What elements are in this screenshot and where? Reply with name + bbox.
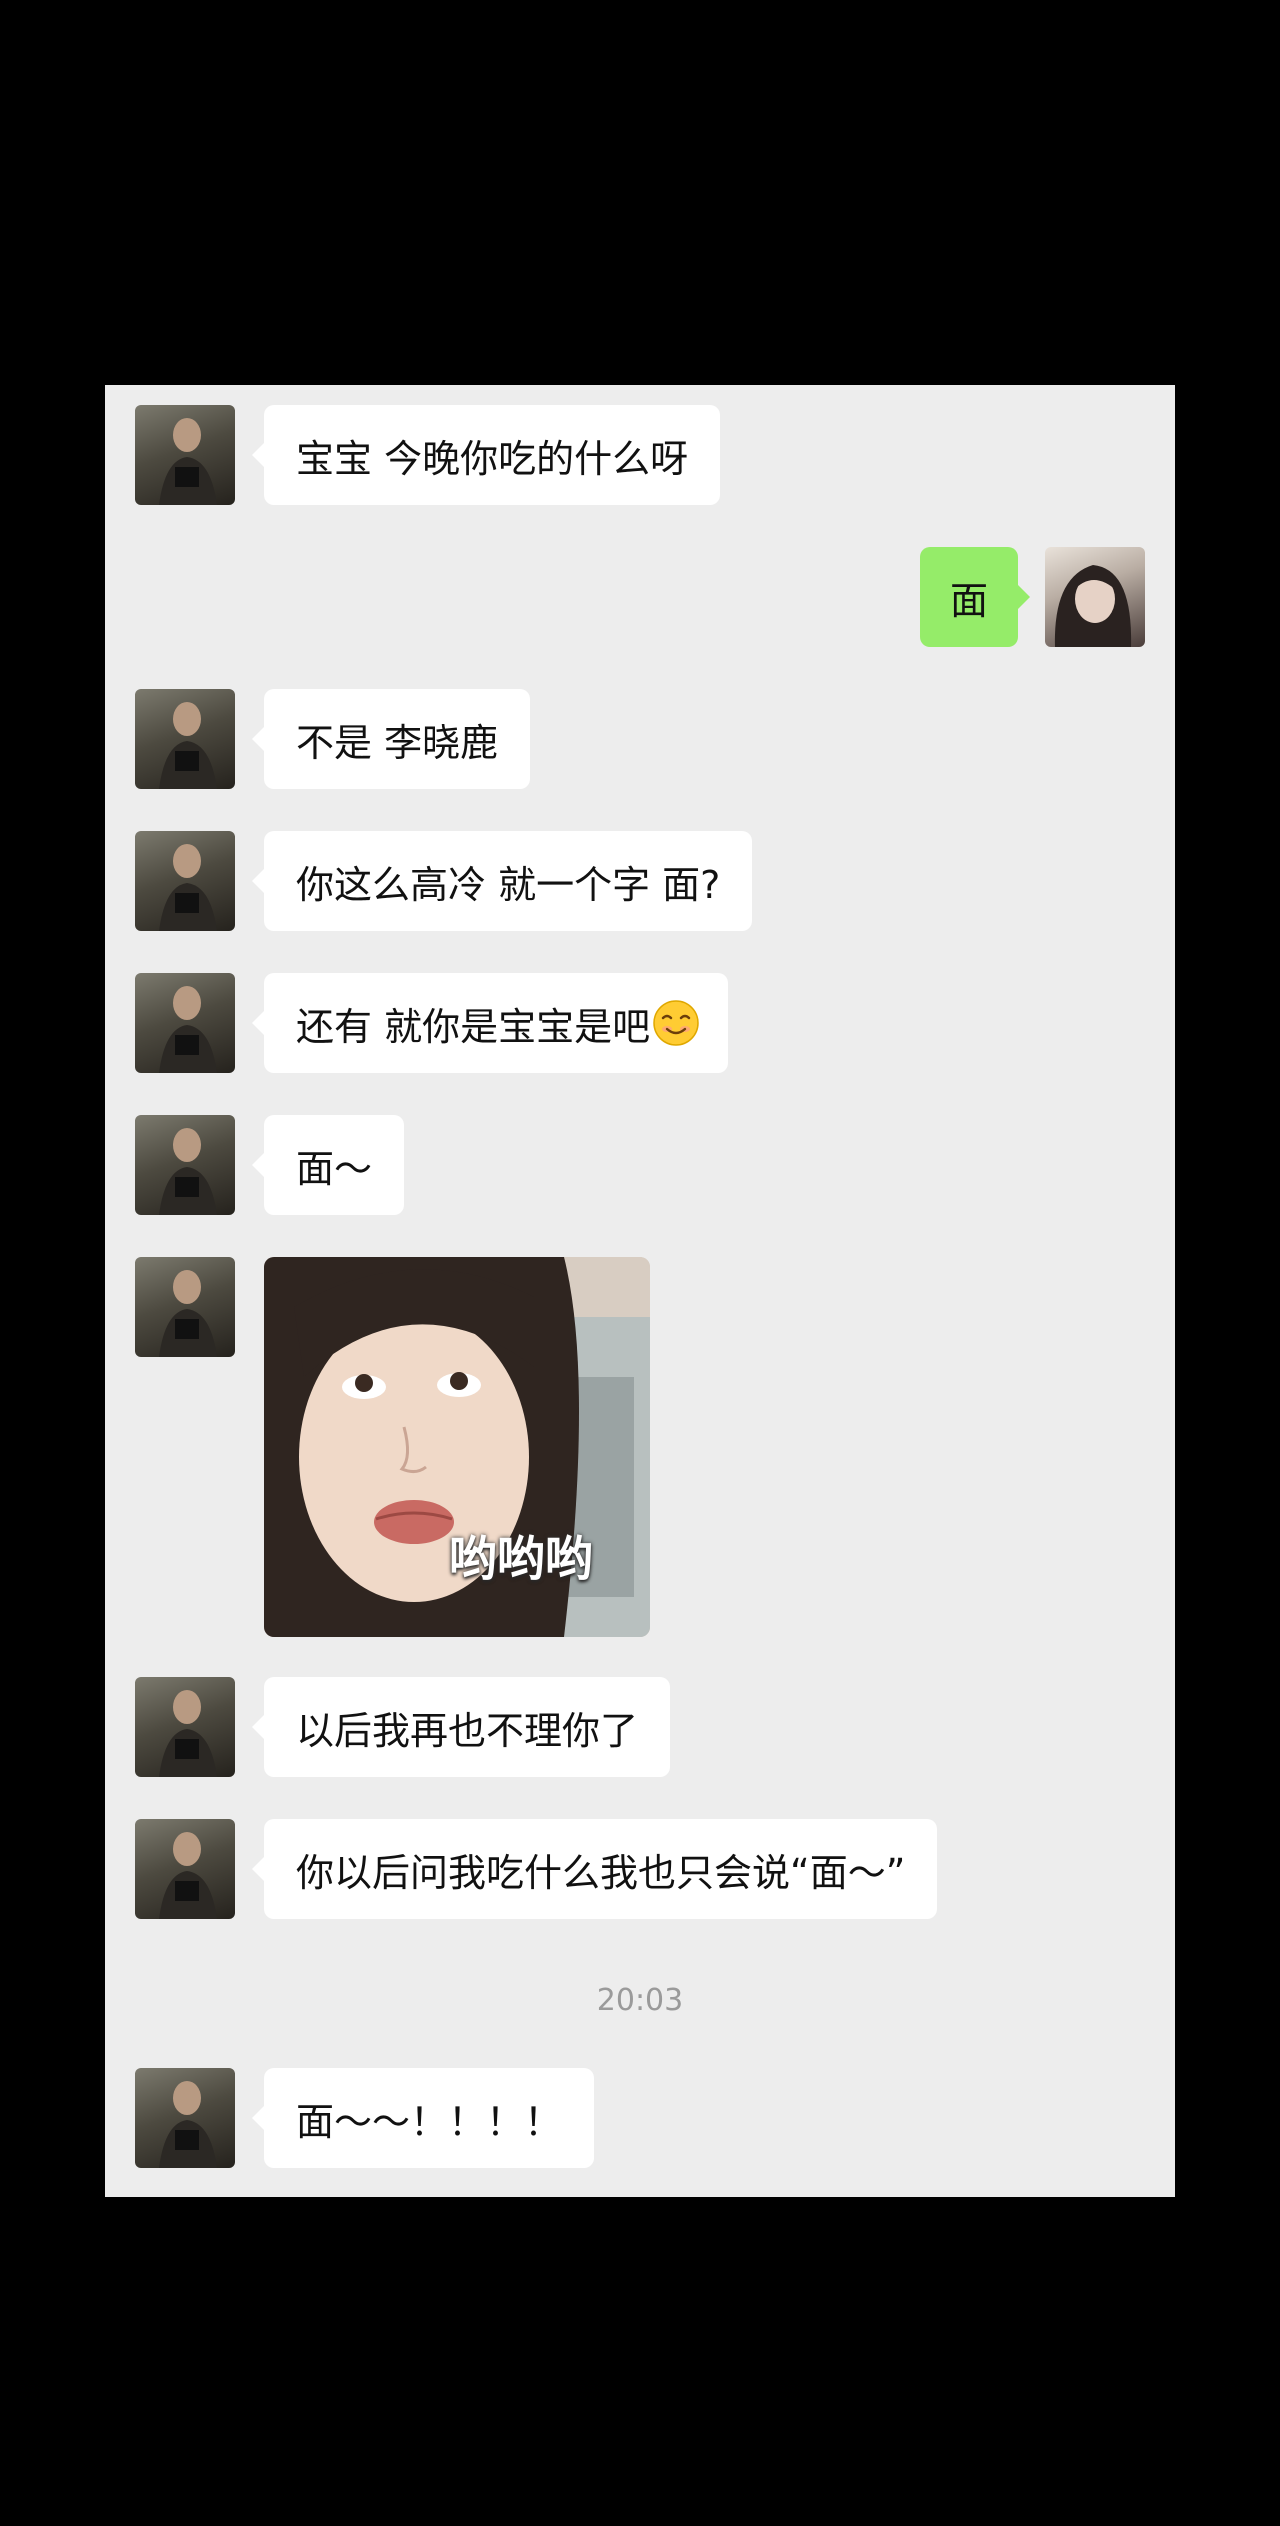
sender-avatar[interactable]: [135, 1115, 235, 1215]
message-text: 你这么高冷 就一个字 面?: [296, 862, 721, 907]
sender-avatar[interactable]: [135, 405, 235, 505]
incoming-message-bubble[interactable]: 以后我再也不理你了: [251, 1677, 671, 1777]
sender-avatar[interactable]: [135, 831, 235, 931]
sender-avatar[interactable]: [135, 1677, 235, 1777]
chat-panel: 宝宝 今晚你吃的什么呀 面 不是 李晓鹿 你这么高冷 就一个字 面? 还有 就你…: [105, 385, 1175, 2197]
sender-avatar[interactable]: [135, 2068, 235, 2168]
sticker-image[interactable]: 哟哟哟: [264, 1257, 650, 1637]
message-text: 还有 就你是宝宝是吧: [296, 1004, 651, 1049]
message-text: 以后我再也不理你了: [296, 1708, 639, 1753]
message-text: 面～～！！！！: [296, 2099, 563, 2144]
incoming-message-bubble[interactable]: 你以后问我吃什么我也只会说“面～”: [251, 1819, 938, 1919]
message-text: 面～: [296, 1146, 373, 1191]
sender-avatar[interactable]: [135, 973, 235, 1073]
incoming-message-bubble[interactable]: 还有 就你是宝宝是吧: [251, 973, 729, 1073]
smiling-face-emoji-icon: [653, 1000, 699, 1046]
message-text: 你以后问我吃什么我也只会说“面～”: [296, 1850, 906, 1895]
sender-avatar[interactable]: [135, 1257, 235, 1357]
sender-avatar[interactable]: [135, 1819, 235, 1919]
sender-avatar[interactable]: [135, 689, 235, 789]
incoming-message-bubble[interactable]: 宝宝 今晚你吃的什么呀: [251, 405, 721, 505]
incoming-message-bubble[interactable]: 不是 李晓鹿: [251, 689, 531, 789]
incoming-message-bubble[interactable]: 面～～！！！！: [251, 2068, 595, 2168]
message-text: 不是 李晓鹿: [296, 720, 499, 765]
incoming-message-bubble[interactable]: 面～: [251, 1115, 405, 1215]
message-text: 面: [949, 578, 988, 623]
message-text: 宝宝 今晚你吃的什么呀: [296, 436, 689, 481]
self-avatar[interactable]: [1045, 547, 1145, 647]
message-timestamp: 20:03: [596, 1983, 684, 2018]
outgoing-message-bubble[interactable]: 面: [919, 547, 1031, 647]
sticker-caption: 哟哟哟: [449, 1531, 594, 1587]
incoming-message-bubble[interactable]: 你这么高冷 就一个字 面?: [251, 831, 753, 931]
